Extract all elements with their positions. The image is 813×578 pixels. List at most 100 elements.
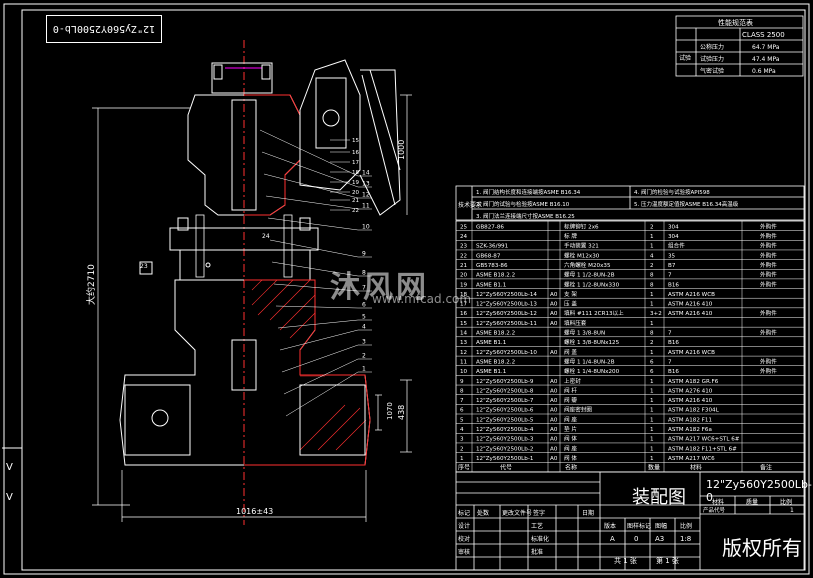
bom-cell-name: 阀 体 [564,435,577,443]
bom-cell-qty: 1 [650,398,654,404]
bom-cell-qty: 8 [650,282,654,288]
bom-cell-no: 25 [460,224,468,230]
row2-label: 比例 [680,522,692,530]
bom-cell-name: 支 架 [564,290,577,298]
bom-cell-material: ASTM A216 WCB [668,292,715,298]
bom-cell-qty: 2 [650,340,654,346]
bom-cell-note: 外购件 [760,309,777,317]
bom-cell-note: 外购件 [760,367,777,375]
bom-cell-qty: 1 [650,379,654,385]
bom-cell-qty: 2 [650,263,654,269]
role-label: 批准 [531,548,543,556]
bom-cell-name: 阀 体 [564,454,577,462]
spec-row-value: 47.4 MPa [752,56,780,63]
dim-height: 大约2710 [85,264,97,305]
bom-cell-material: ASTM A216 410 [668,398,713,404]
drawing-number: 12"Zy560Y2500Lb-0 [706,478,812,504]
bom-cell-code: 12"Zy560Y2500Lb-1 [476,456,534,462]
bom-cell-note: 外购件 [760,232,777,240]
spec-row-label: 公称压力 [700,43,724,51]
svg-text:V: V [6,492,13,503]
bom-cell-no: 11 [460,359,468,365]
spec-side-label: 试验 [679,54,691,62]
bom-cell-grade: A0 [550,408,558,414]
row2-label: 图样标记 [627,522,651,530]
callout-label: 14 [362,170,370,177]
bom-table: 25 GB827-86 标牌铆钉 2x6 2 304 外购件24 标 牌 1 304 外购件23 S… [455,220,805,473]
spec-class: CLASS 2500 [742,31,785,39]
bom-cell-material: ASTM A182 F11+STL 6# [668,446,737,452]
bom-cell-code: 12"Zy560Y2500Lb-8 [476,388,534,394]
callout-label: 21 [352,198,359,204]
role-label: 标准化 [531,535,549,543]
bom-cell-no: 4 [460,427,464,433]
bom-cell-qty: 1 [650,456,654,462]
bom-cell-no: 23 [460,244,468,250]
bom-cell-note: 外购件 [760,329,777,337]
bom-cell-no: 7 [460,398,464,404]
bom-cell-grade: A0 [550,311,558,317]
row2-label: 版本 [604,522,616,530]
sheet-no: 第 1 张 [656,556,679,565]
callout-label: 11 [362,203,370,210]
bom-cell-grade: A0 [550,417,558,423]
left-arrow-mark: V [6,462,13,473]
bom-cell-no: 15 [460,321,468,327]
tech-item: 3. 阀门法兰连接端尺寸按ASME B16.25 [476,212,575,220]
mark-label: 处数 [477,509,489,517]
bom-cell-material: 7 [668,331,672,337]
bom-cell-qty: 1 [650,446,654,452]
spec-header: 性能规范表 [718,18,753,27]
callout-label: 22 [352,208,359,214]
unit-value: 1 [790,507,794,514]
bom-cell-note: 外购件 [760,242,777,250]
spec-row-value: 64.7 MPa [752,44,780,51]
bom-cell-code: ASME B1.1 [476,282,507,288]
bom-cell-material: 组合件 [668,242,685,250]
bom-header: 序号 [458,464,470,472]
bom-cell-no: 21 [460,263,468,269]
bom-cell-material: 304 [668,224,679,230]
bom-cell-name: 手动装置 321 [564,242,599,250]
bom-cell-name: 标 牌 [564,232,577,240]
bom-cell-name: 填料 #111 2CR13以上 [564,309,624,317]
bom-cell-code: ASME B1.1 [476,340,507,346]
bom-cell-grade: A0 [550,456,558,462]
bom-cell-grade: A0 [550,398,558,404]
row2-value: A3 [655,535,664,543]
tech-item: 1. 阀门结构长度和连接端按ASME B16.34 [476,188,581,196]
bom-cell-material: ASTM A182 F11 [668,417,712,423]
callout-label: 4 [362,324,366,331]
row2-value: 1:8 [680,535,691,543]
callout-label: 17 [352,160,359,166]
bom-cell-no: 9 [460,379,464,385]
bom-cell-no: 10 [460,369,468,375]
callout-label: 5 [362,314,366,321]
role-label: 审核 [458,548,470,556]
bom-cell-note: 外购件 [760,280,777,288]
bom-cell-no: 6 [460,408,464,414]
bom-cell-no: 8 [460,388,464,394]
bom-cell-name: 螺母 1 1/4-8UN-2B [564,357,615,365]
scale-label: 产品代号 [703,506,726,514]
bom-cell-code: 12"Zy560Y2500Lb-14 [476,292,537,298]
bom-cell-no: 19 [460,282,468,288]
bom-cell-material: ASTM A216 410 [668,302,713,308]
callout-label: 16 [352,150,359,156]
spec-row-value: 0.6 MPa [752,68,776,75]
bom-cell-grade: A0 [550,427,558,433]
bom-cell-material: ASTM A276 410 [668,388,713,394]
bom-cell-note: 外购件 [760,271,777,279]
bom-cell-material: B16 [668,282,679,288]
bom-cell-qty: 1 [650,427,654,433]
bom-cell-qty: 8 [650,273,654,279]
bom-cell-code: 12"Zy560Y2500Lb-3 [476,437,534,443]
bom-cell-qty: 1 [650,350,654,356]
bom-cell-qty: 1 [650,437,654,443]
bom-cell-name: 阀座密封圈 [564,406,592,414]
bom-cell-code: 12"Zy560Y2500Lb-11 [476,321,537,327]
bom-cell-material: ASTM A182 GR.F6 [668,379,719,385]
row2-value: 0 [634,535,638,543]
mark-label: 日期 [582,509,594,517]
bom-header: 数量 [648,464,660,472]
